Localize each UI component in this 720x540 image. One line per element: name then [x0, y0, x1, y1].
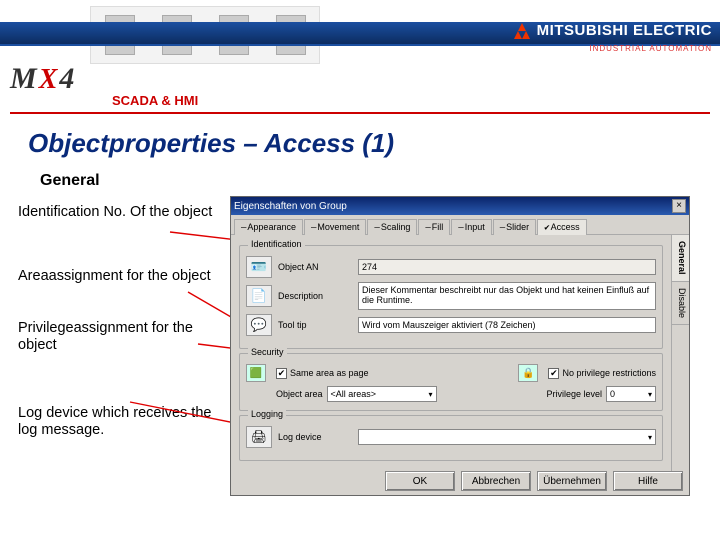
object-area-value: <All areas> [331, 389, 377, 399]
dialog-title-text: Eigenschaften von Group [234, 201, 347, 212]
cancel-button[interactable]: Abbrechen [461, 471, 531, 491]
ok-button[interactable]: OK [385, 471, 455, 491]
scada-label: SCADA & HMI [112, 93, 198, 108]
logdevice-label: Log device [278, 432, 352, 442]
product-logo-m: M [10, 62, 37, 96]
chevron-down-icon: ▾ [648, 433, 652, 442]
tooltip-label: Tool tip [278, 320, 352, 330]
tab-appearance-label: Appearance [247, 222, 296, 232]
product-logo-x: X [39, 64, 58, 96]
privilege-level-label: Privilege level [546, 389, 602, 399]
description-label: Description [278, 291, 352, 301]
chevron-down-icon: ▾ [429, 390, 433, 399]
group-security-title: Security [248, 347, 287, 357]
chevron-down-icon: ▾ [648, 390, 652, 399]
vertical-tabs: General Disable [671, 235, 689, 473]
tooltip-field[interactable]: Wird vom Mauszeiger aktiviert (78 Zeiche… [358, 317, 656, 333]
no-privilege-label: No privilege restrictions [562, 368, 656, 378]
tab-slider-label: Slider [506, 222, 529, 232]
tab-access[interactable]: ✔Access [537, 219, 586, 235]
company-subline: INDUSTRIAL AUTOMATION [589, 44, 712, 53]
slide-header: MITSUBISHI ELECTRIC INDUSTRIAL AUTOMATIO… [0, 0, 720, 74]
mitsubishi-triangles-icon [513, 23, 531, 39]
group-security: Security 🟩 ✔Same area as page 🔒 ✔No priv… [239, 353, 663, 411]
tab-fill-label: Fill [432, 222, 444, 232]
object-area-label: Object area [276, 389, 323, 399]
close-button[interactable]: × [672, 199, 686, 213]
objectan-value: 274 [358, 259, 656, 275]
vtab-general[interactable]: General [672, 235, 689, 282]
object-area-combo[interactable]: Object area <All areas> ▾ [276, 386, 437, 402]
callout-privilege: Privilegeassignment for the object [18, 320, 218, 355]
object-properties-dialog: Eigenschaften von Group × –Appearance –M… [230, 196, 690, 496]
same-area-label: Same area as page [290, 368, 369, 378]
id-icon: 🪪 [246, 256, 272, 278]
tab-input-label: Input [465, 222, 485, 232]
tab-slider[interactable]: –Slider [493, 219, 536, 235]
group-logging: Logging 🖨 Log device ▾ [239, 415, 663, 461]
tab-movement[interactable]: –Movement [304, 219, 366, 235]
product-logo-4: 4 [59, 62, 74, 96]
apply-button[interactable]: Übernehmen [537, 471, 607, 491]
vtab-disable[interactable]: Disable [672, 282, 689, 325]
tab-scaling-label: Scaling [381, 222, 411, 232]
tooltip-icon: 💬 [246, 314, 272, 336]
dialog-body: General Disable Identification 🪪 Object … [231, 235, 689, 473]
tab-appearance[interactable]: –Appearance [234, 219, 303, 235]
dialog-tabs: –Appearance –Movement –Scaling –Fill –In… [231, 215, 689, 235]
company-logo: MITSUBISHI ELECTRIC [513, 22, 712, 39]
dialog-button-bar: OK Abbrechen Übernehmen Hilfe [385, 471, 683, 491]
tab-movement-label: Movement [317, 222, 359, 232]
logging-icon: 🖨 [246, 426, 272, 448]
tab-input[interactable]: –Input [451, 219, 491, 235]
tab-scaling[interactable]: –Scaling [367, 219, 417, 235]
logdevice-combo[interactable]: ▾ [358, 429, 656, 445]
tab-fill[interactable]: –Fill [418, 219, 450, 235]
callout-identification: Identification No. Of the object [18, 204, 218, 221]
description-icon: 📄 [246, 285, 272, 307]
red-divider [10, 112, 710, 114]
product-logo: M X 4 [10, 62, 74, 96]
slide-title: Objectproperties – Access (1) [28, 128, 394, 159]
privilege-level-combo[interactable]: Privilege level 0 ▾ [546, 386, 656, 402]
group-logging-title: Logging [248, 409, 286, 419]
group-identification: Identification 🪪 Object AN 274 📄 Descrip… [239, 245, 663, 349]
objectan-label: Object AN [278, 262, 352, 272]
description-field[interactable]: Dieser Kommentar beschreibt nur das Obje… [358, 282, 656, 310]
privilege-level-value: 0 [610, 389, 615, 399]
help-button[interactable]: Hilfe [613, 471, 683, 491]
callout-area: Areaassignment for the object [18, 268, 218, 285]
group-identification-title: Identification [248, 239, 305, 249]
section-heading-general: General [40, 172, 100, 190]
same-area-checkbox[interactable]: ✔Same area as page [276, 368, 369, 379]
callout-logdevice: Log device which receives the log messag… [18, 405, 218, 440]
tab-access-label: Access [551, 222, 580, 232]
privilege-icon: 🔒 [518, 364, 538, 382]
company-name: MITSUBISHI ELECTRIC [537, 22, 712, 39]
area-icon: 🟩 [246, 364, 266, 382]
dialog-titlebar: Eigenschaften von Group × [231, 197, 689, 215]
no-privilege-checkbox[interactable]: ✔No privilege restrictions [548, 368, 656, 379]
